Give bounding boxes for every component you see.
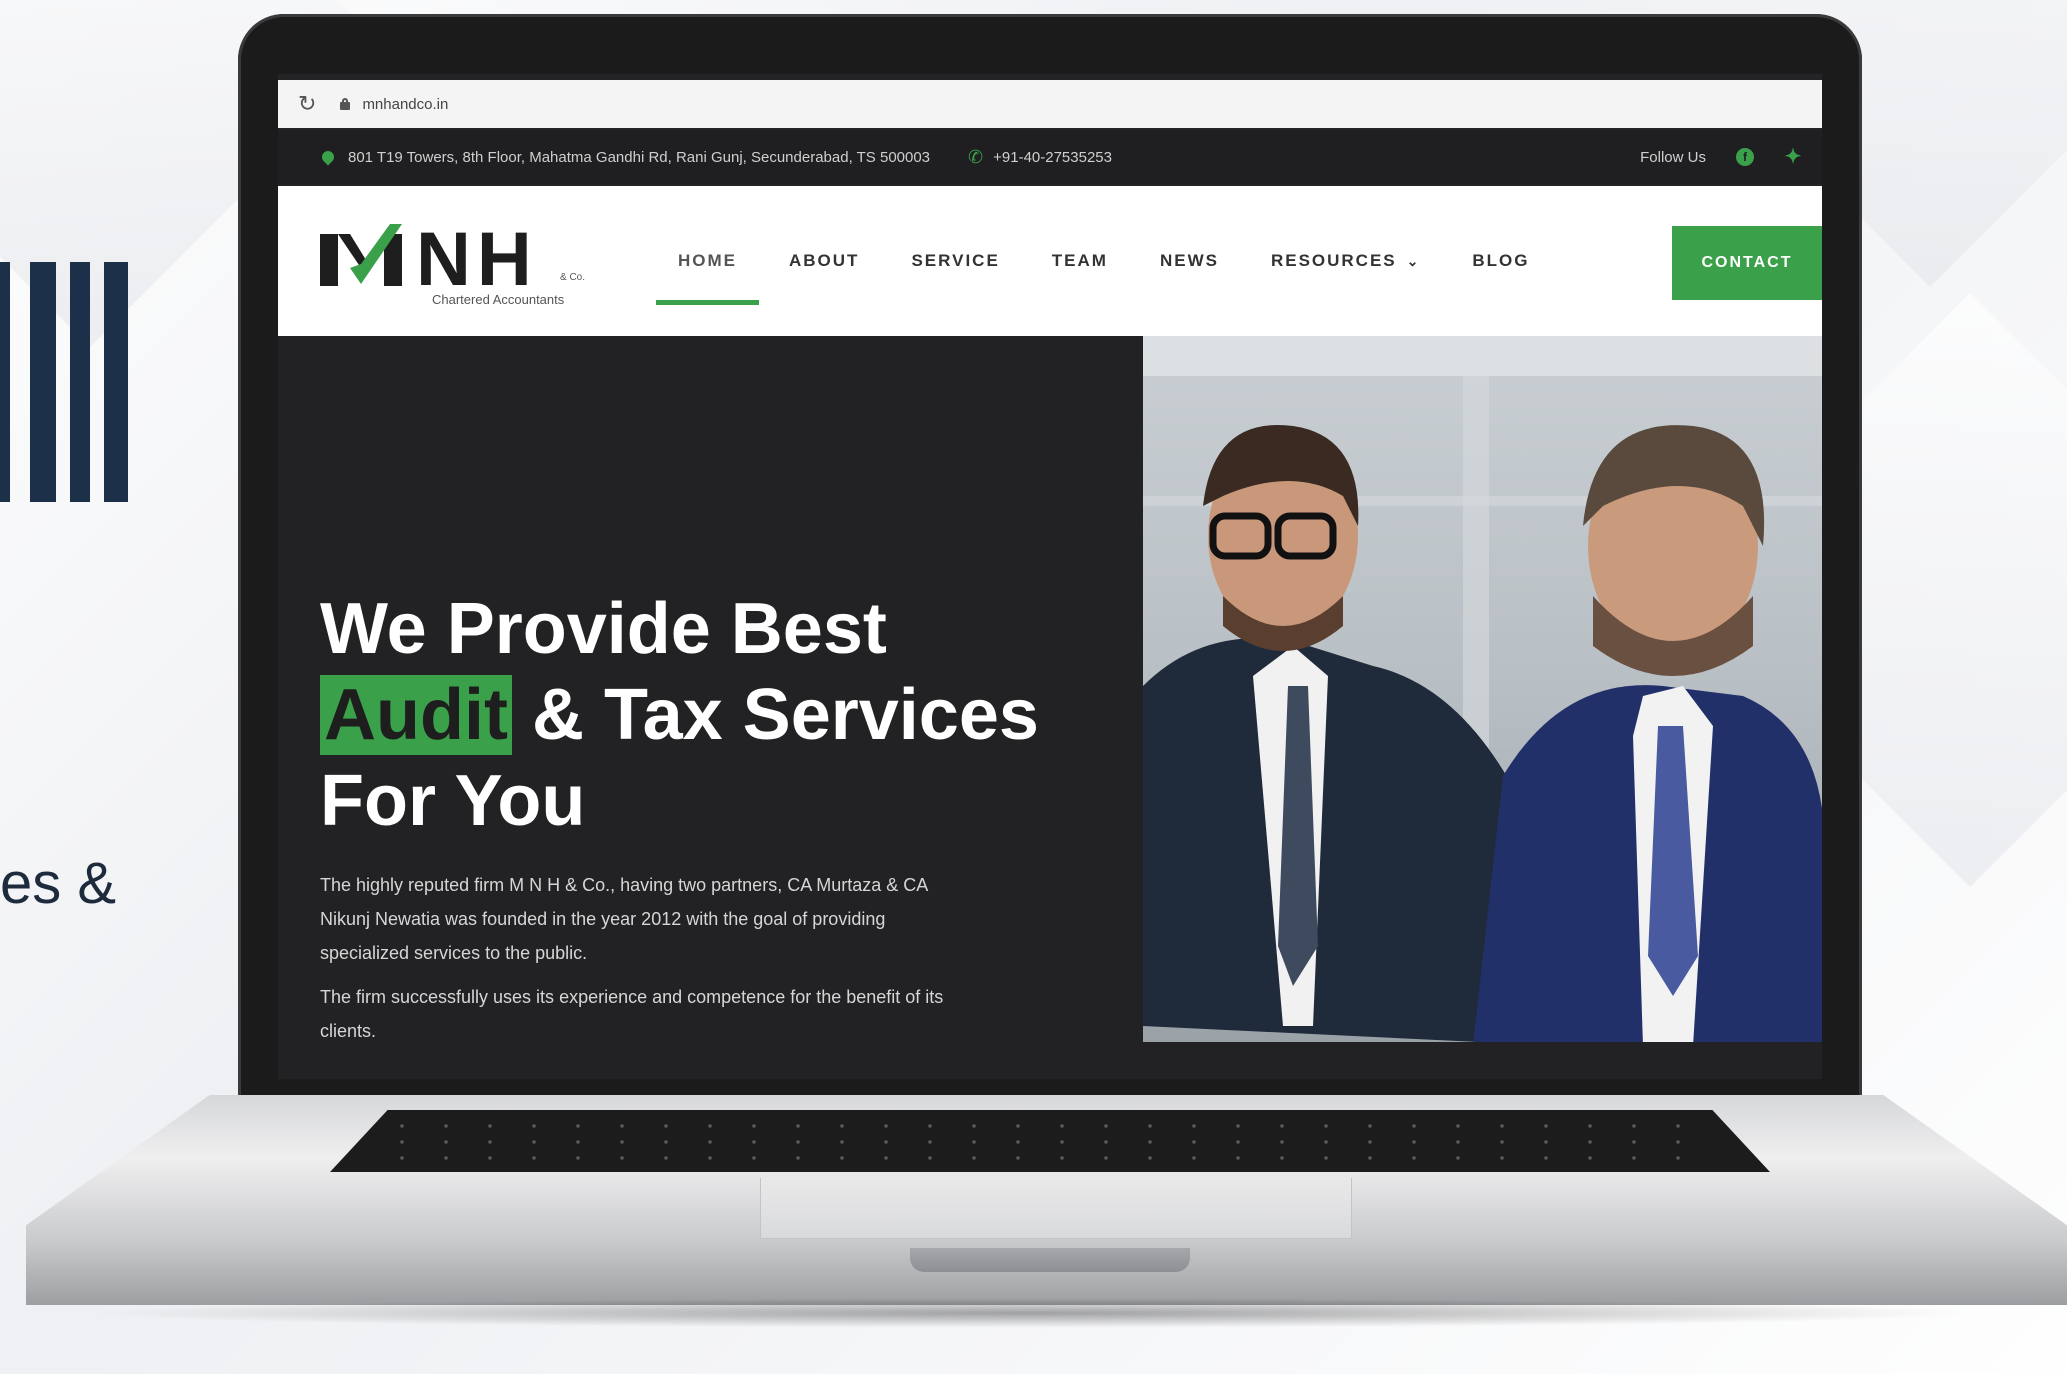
laptop-screen: ↻ mnhandco.in 801 T19 Towers, 8th Floor,…: [278, 74, 1822, 1079]
hero-heading: We Provide Best Audit & Tax Services For…: [320, 586, 1120, 844]
nav-item-blog[interactable]: BLOG: [1472, 251, 1529, 271]
facebook-icon[interactable]: f: [1736, 148, 1754, 166]
nav-item-resources[interactable]: RESOURCES ⌄: [1271, 251, 1420, 271]
twitter-icon[interactable]: ✦: [1784, 147, 1802, 167]
hero-paragraph-2: The firm successfully uses its experienc…: [320, 987, 944, 1041]
person-right-image: [1473, 425, 1822, 1042]
office-address: 801 T19 Towers, 8th Floor, Mahatma Gandh…: [348, 148, 931, 166]
hero-heading-line2: Audit & Tax Services: [320, 672, 1120, 758]
laptop-notch: [910, 1248, 1190, 1272]
nav-menu: HOME ABOUT SERVICE TEAM NEWS RESOURCES ⌄ …: [656, 186, 1581, 336]
keyboard-keys: [380, 1118, 1720, 1164]
hero-heading-line1: We Provide Best: [320, 589, 887, 669]
chevron-down-icon: ⌄: [1406, 253, 1421, 269]
hero-section: We Provide Best Audit & Tax Services For…: [278, 336, 1822, 1079]
follow-us-label: Follow Us: [1640, 148, 1706, 166]
logo-letters: NH: [416, 217, 538, 302]
phone-icon: ✆: [968, 146, 984, 167]
reload-icon[interactable]: ↻: [298, 91, 316, 117]
partial-heading-text: es &: [0, 851, 117, 916]
nav-item-news[interactable]: NEWS: [1160, 251, 1219, 271]
hero-heading-line3: For You: [320, 761, 586, 841]
nav-item-resources-label: RESOURCES: [1270, 251, 1397, 270]
main-navbar: NH & Co. Chartered Accountants HOME ABOU…: [278, 186, 1822, 336]
nav-item-home[interactable]: HOME: [656, 251, 759, 305]
logo-suffix: & Co.: [560, 272, 586, 283]
contact-button[interactable]: CONTACT: [1672, 226, 1822, 300]
nav-item-team[interactable]: TEAM: [1052, 251, 1108, 271]
trackpad: [760, 1178, 1352, 1239]
laptop-shadow: [80, 1298, 1980, 1328]
logo-mark-icon: [320, 224, 402, 286]
hero-heading-line2-rest: & Tax Services: [511, 675, 1039, 755]
hero-paragraph-1: The highly reputed firm M N H & Co., hav…: [320, 875, 928, 963]
browser-address-bar[interactable]: ↻ mnhandco.in: [278, 80, 1822, 128]
location-pin-icon: [319, 148, 337, 166]
hero-photo: [1143, 336, 1822, 1042]
nav-item-about[interactable]: ABOUT: [789, 251, 859, 271]
phone-number[interactable]: +91-40-27535253: [993, 149, 1112, 166]
decorative-bars: [0, 262, 130, 502]
lock-icon: [340, 98, 351, 110]
logo-tagline: Chartered Accountants: [432, 292, 565, 307]
hero-highlight: Audit: [320, 675, 512, 755]
top-info-bar: 801 T19 Towers, 8th Floor, Mahatma Gandh…: [278, 130, 1822, 184]
nav-item-service[interactable]: SERVICE: [911, 251, 999, 271]
logo[interactable]: NH & Co. Chartered Accountants: [320, 216, 590, 316]
url-text[interactable]: mnhandco.in: [362, 96, 448, 113]
